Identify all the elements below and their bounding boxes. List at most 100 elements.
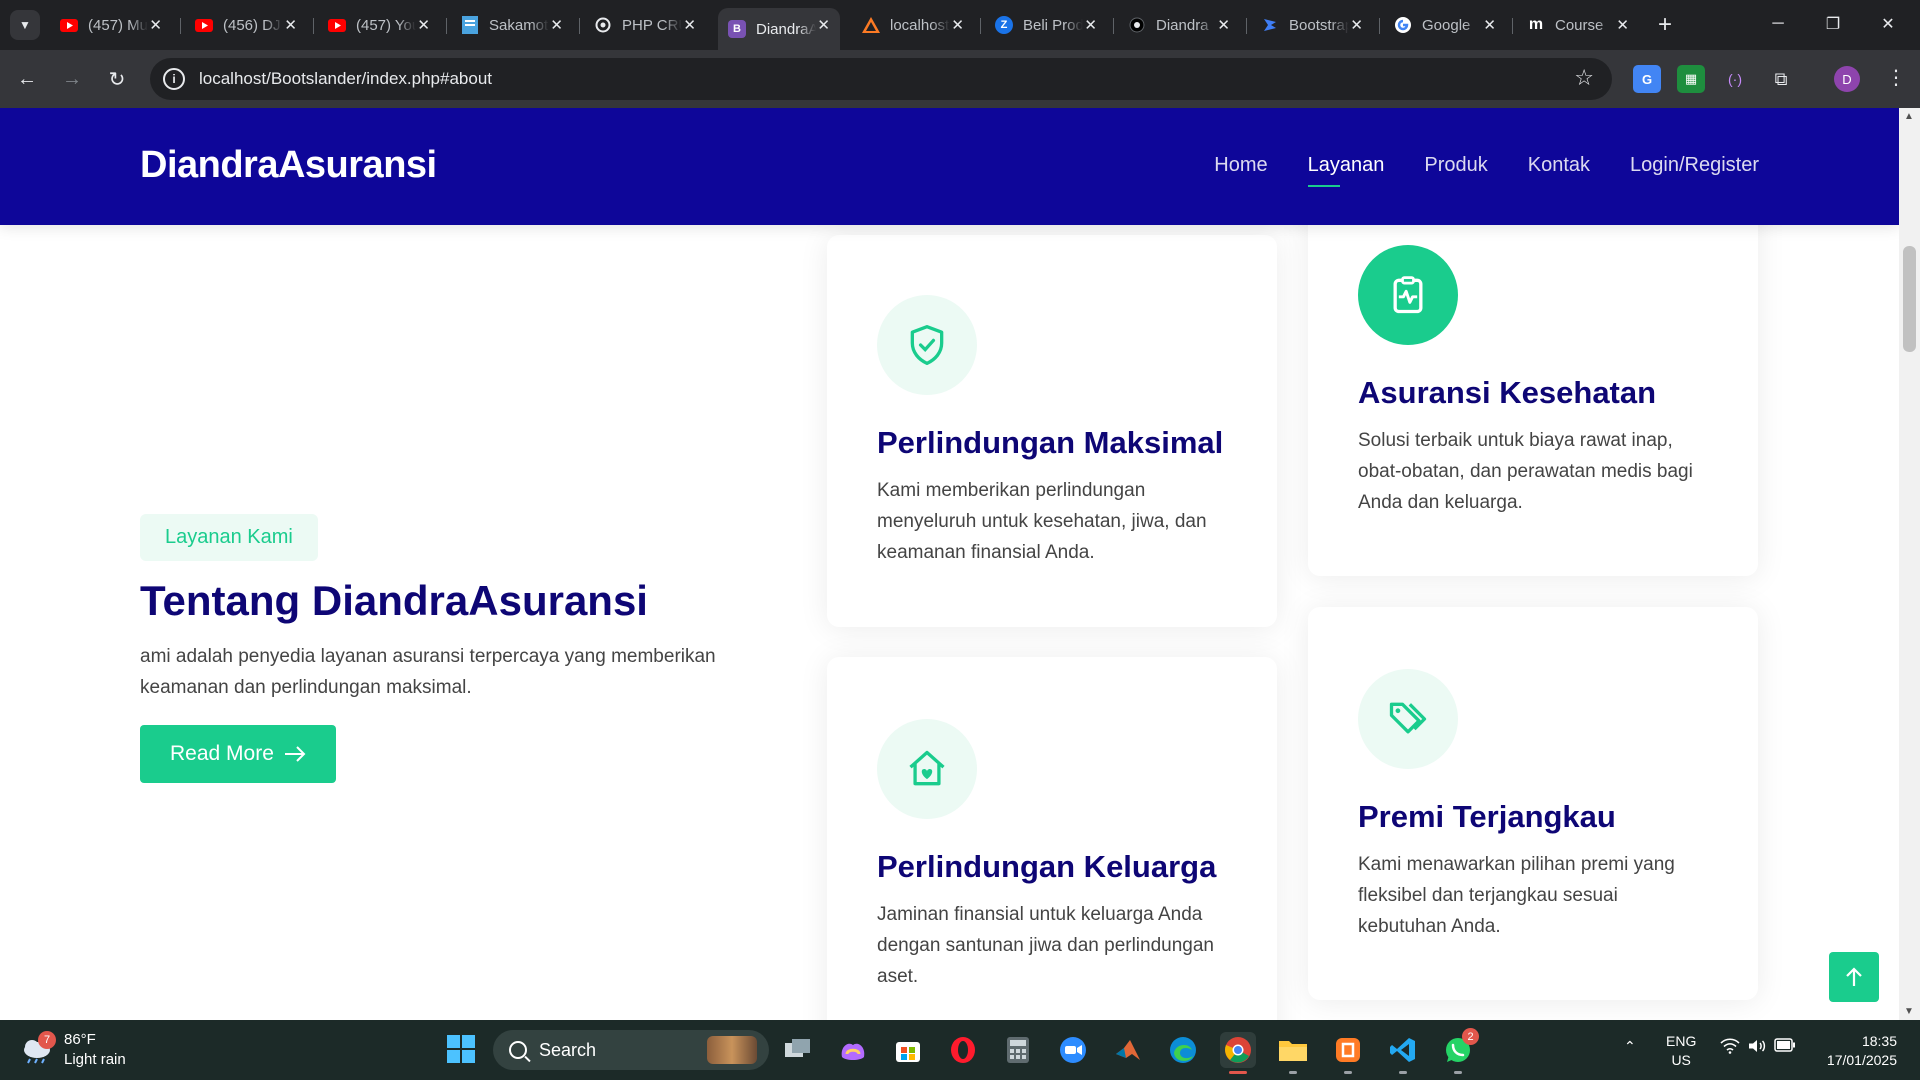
network-status[interactable] <box>1720 1038 1740 1057</box>
edge-icon[interactable] <box>1165 1032 1201 1068</box>
browser-tab[interactable]: (457) YouTube ✕ <box>318 8 440 42</box>
restore-button[interactable]: ❐ <box>1813 8 1853 40</box>
close-tab-icon[interactable]: ✕ <box>683 16 696 34</box>
back-button[interactable]: ← <box>11 63 43 95</box>
scroll-up-arrow-icon[interactable]: ▲ <box>1904 111 1914 122</box>
whatsapp-icon[interactable]: 2 <box>1440 1028 1479 1074</box>
close-tab-icon[interactable]: ✕ <box>951 16 964 34</box>
browser-tab[interactable]: (456) DJ ✕ <box>185 8 307 42</box>
reload-button[interactable]: ↻ <box>101 63 133 95</box>
browser-tab[interactable]: localhost ✕ <box>852 8 974 42</box>
read-more-button[interactable]: Read More <box>140 725 336 783</box>
tab-title: (457) Music <box>88 16 148 34</box>
close-tab-icon[interactable]: ✕ <box>1084 16 1097 34</box>
close-tab-icon[interactable]: ✕ <box>1350 16 1363 34</box>
close-tab-icon[interactable]: ✕ <box>417 16 430 34</box>
whatsapp-badge: 2 <box>1462 1028 1479 1045</box>
volume-status[interactable] <box>1747 1038 1767 1057</box>
extension-icon[interactable]: (·) <box>1721 65 1749 93</box>
tab-search-button[interactable]: ▼ <box>10 10 40 40</box>
battery-icon <box>1774 1038 1795 1052</box>
nav-login-register[interactable]: Login/Register <box>1630 154 1759 177</box>
browser-tab[interactable]: Bootstrap ✕ <box>1251 8 1373 42</box>
google-translate-icon[interactable]: G <box>1633 65 1661 93</box>
browser-menu-icon[interactable]: ⋮ <box>1886 65 1906 90</box>
close-window-button[interactable]: ✕ <box>1868 8 1908 40</box>
profile-avatar[interactable]: D <box>1834 66 1860 92</box>
keyboard-region: US <box>1671 1052 1691 1068</box>
rain-cloud-icon: 7 <box>20 1031 56 1065</box>
close-tab-icon[interactable]: ✕ <box>1217 16 1230 34</box>
scrollbar-thumb[interactable] <box>1903 246 1916 352</box>
nav-layanan[interactable]: Layanan <box>1307 154 1384 187</box>
close-tab-icon[interactable]: ✕ <box>149 16 162 34</box>
sheets-extension-icon[interactable]: ▦ <box>1677 65 1705 93</box>
browser-tab[interactable]: PHP CRUD ✕ <box>584 8 706 42</box>
nav-home[interactable]: Home <box>1214 154 1267 177</box>
nav-kontak[interactable]: Kontak <box>1528 154 1590 177</box>
close-tab-icon[interactable]: ✕ <box>1616 16 1629 34</box>
copilot-icon[interactable] <box>835 1032 871 1068</box>
opera-icon[interactable] <box>945 1032 981 1068</box>
app-icon[interactable] <box>1330 1032 1366 1074</box>
scroll-down-arrow-icon[interactable]: ▼ <box>1904 1006 1914 1017</box>
close-tab-icon[interactable]: ✕ <box>817 16 830 34</box>
bookmark-star-icon[interactable]: ☆ <box>1574 65 1594 91</box>
new-tab-button[interactable]: + <box>1650 10 1680 40</box>
main-nav: Home Layanan Produk Kontak Login/Registe… <box>1214 154 1759 187</box>
tab-title: Beli Produk <box>1023 16 1083 34</box>
feature-card: Perlindungan Maksimal Kami memberikan pe… <box>827 235 1277 627</box>
close-tab-icon[interactable]: ✕ <box>550 16 563 34</box>
windows-start-button[interactable] <box>446 1034 476 1069</box>
nav-produk[interactable]: Produk <box>1424 154 1487 177</box>
address-bar[interactable]: i localhost/Bootslander/index.php#about … <box>150 58 1612 100</box>
browser-tab[interactable]: (457) Music ✕ <box>50 8 172 42</box>
feature-title: Premi Terjangkau <box>1358 799 1616 834</box>
address-text[interactable]: localhost/Bootslander/index.php#about <box>199 69 492 89</box>
tab-title: Sakamoto <box>489 16 549 34</box>
microsoft-store-icon[interactable] <box>890 1032 926 1068</box>
file-explorer-icon[interactable] <box>1275 1032 1311 1074</box>
browser-tab[interactable]: Diandra ✕ <box>1118 8 1240 42</box>
battery-status[interactable] <box>1774 1038 1796 1055</box>
zoom-icon[interactable] <box>1055 1032 1091 1068</box>
browser-toolbar: ← → ↻ i localhost/Bootslander/index.php#… <box>0 50 1920 108</box>
page-scrollbar[interactable]: ▲ ▼ <box>1899 108 1920 1020</box>
site-logo[interactable]: DiandraAsuransi <box>140 144 437 187</box>
bootstrap-logo-icon <box>1261 16 1279 34</box>
extensions-puzzle-icon[interactable]: ⧉ <box>1767 65 1795 93</box>
vscode-icon[interactable] <box>1385 1032 1421 1074</box>
chrome-icon[interactable] <box>1220 1032 1256 1074</box>
system-clock[interactable]: 18:35 17/01/2025 <box>1812 1032 1897 1070</box>
close-tab-icon[interactable]: ✕ <box>284 16 297 34</box>
forward-button[interactable]: → <box>56 63 88 95</box>
about-title: Tentang DiandraAsuransi <box>140 577 648 624</box>
read-more-label: Read More <box>170 742 274 765</box>
site-info-icon[interactable]: i <box>163 68 185 90</box>
matlab-icon[interactable] <box>1110 1032 1146 1068</box>
input-language[interactable]: ENG US <box>1666 1032 1696 1070</box>
taskbar-search[interactable]: Search <box>493 1030 769 1070</box>
browser-tab[interactable]: m Course ✕ <box>1517 8 1639 42</box>
browser-tab[interactable]: Google ✕ <box>1384 8 1506 42</box>
weather-alert-badge: 7 <box>38 1031 56 1049</box>
browser-tab[interactable]: Z Beli Produk ✕ <box>985 8 1107 42</box>
show-hidden-icons-icon[interactable]: ⌃ <box>1624 1038 1636 1055</box>
weather-widget[interactable]: 7 86°F Light rain <box>20 1030 126 1070</box>
task-view-icon[interactable] <box>780 1032 816 1068</box>
feature-card: Premi Terjangkau Kami menawarkan pilihan… <box>1308 607 1758 1000</box>
page-viewport: DiandraAsuransi Home Layanan Produk Kont… <box>0 108 1899 1020</box>
back-to-top-button[interactable] <box>1829 952 1879 1002</box>
feature-card: Perlindungan Keluarga Jaminan finansial … <box>827 657 1277 1020</box>
browser-tab[interactable]: Sakamoto ✕ <box>451 8 573 42</box>
tab-title: (457) YouTube <box>356 16 416 34</box>
browser-tab-active[interactable]: B DiandraAsuransi ✕ <box>718 8 840 50</box>
tab-title: Bootstrap <box>1289 16 1349 34</box>
tab-title: (456) DJ <box>223 16 281 34</box>
calculator-icon[interactable] <box>1000 1032 1036 1068</box>
tab-title: Course <box>1555 16 1604 34</box>
medium-icon: m <box>1528 16 1544 33</box>
bootstrap-icon: B <box>728 20 746 38</box>
minimize-button[interactable]: ─ <box>1758 8 1798 40</box>
close-tab-icon[interactable]: ✕ <box>1483 16 1496 34</box>
